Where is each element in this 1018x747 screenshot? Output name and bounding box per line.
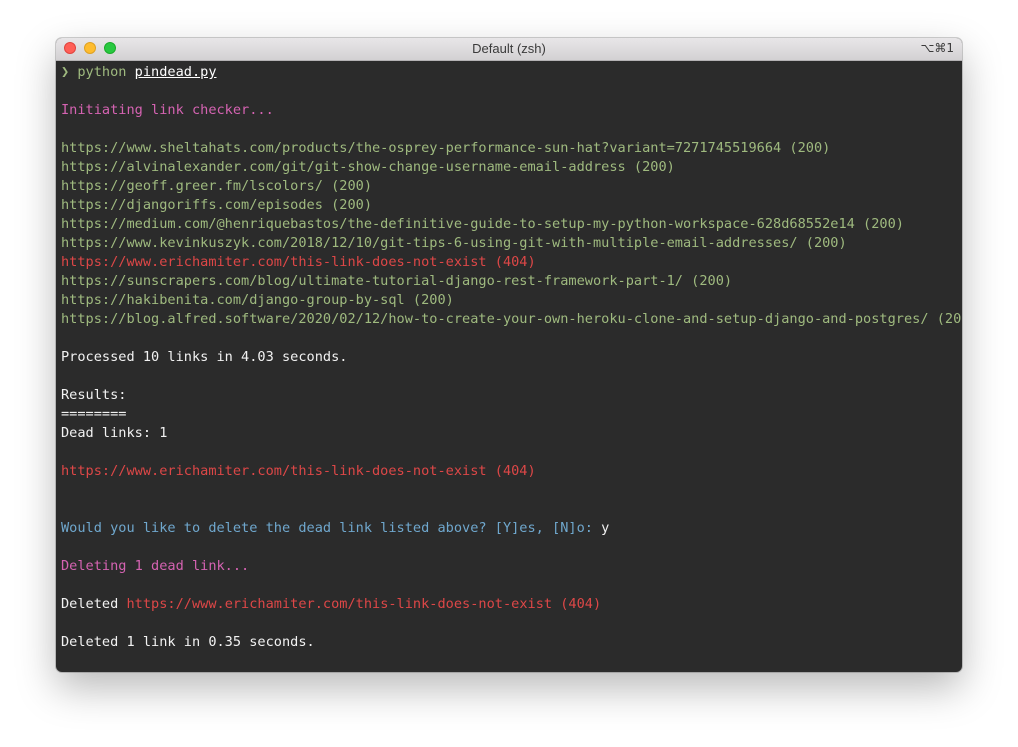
link-line-ok: https://sunscrapers.com/blog/ultimate-tu… (61, 273, 733, 289)
delete-prompt-line: Would you like to delete the dead link l… (61, 519, 957, 538)
processed-summary: Processed 10 links in 4.03 seconds. (61, 349, 348, 365)
link-line-ok: https://alvinalexander.com/git/git-show-… (61, 159, 675, 175)
deleted-prefix: Deleted (61, 596, 119, 612)
prompt-line: ❯ python pindead.py (61, 63, 957, 82)
terminal-output[interactable]: ❯ python pindead.py Initiating link chec… (56, 61, 962, 652)
link-line-ok: https://djangoriffs.com/episodes (200) (61, 197, 372, 213)
delete-prompt: Would you like to delete the dead link l… (61, 520, 593, 536)
prompt-icon: ❯ (61, 64, 70, 80)
link-line-dead: https://www.erichamiter.com/this-link-do… (61, 254, 536, 270)
dead-links-count: Dead links: 1 (61, 425, 168, 441)
deleted-line: Deleted https://www.erichamiter.com/this… (61, 595, 957, 614)
link-line-ok: https://hakibenita.com/django-group-by-s… (61, 292, 454, 308)
delete-answer: y (601, 520, 610, 536)
deleting-message: Deleting 1 dead link... (61, 558, 250, 574)
initiating-message: Initiating link checker... (61, 102, 274, 118)
link-line-ok: https://www.kevinkuszyk.com/2018/12/10/g… (61, 235, 847, 251)
title-bar[interactable]: Default (zsh) ⌥⌘1 (56, 38, 962, 61)
script-name: pindead.py (134, 64, 217, 80)
terminal-window: Default (zsh) ⌥⌘1 ❯ python pindead.py In… (56, 38, 962, 672)
command-text: python (77, 64, 127, 80)
deleted-summary: Deleted 1 link in 0.35 seconds. (61, 634, 315, 650)
window-title: Default (zsh) (472, 41, 546, 56)
deleted-link: https://www.erichamiter.com/this-link-do… (126, 596, 602, 612)
dead-link-listed: https://www.erichamiter.com/this-link-do… (61, 463, 536, 479)
link-line-ok: https://blog.alfred.software/2020/02/12/… (61, 311, 962, 327)
link-line-ok: https://www.sheltahats.com/products/the-… (61, 140, 831, 156)
results-rule: ======== (61, 406, 127, 422)
link-line-ok: https://medium.com/@henriquebastos/the-d… (61, 216, 904, 232)
window-shortcut: ⌥⌘1 (920, 41, 954, 55)
link-line-ok: https://geoff.greer.fm/lscolors/ (200) (61, 178, 372, 194)
results-heading: Results: (61, 387, 127, 403)
